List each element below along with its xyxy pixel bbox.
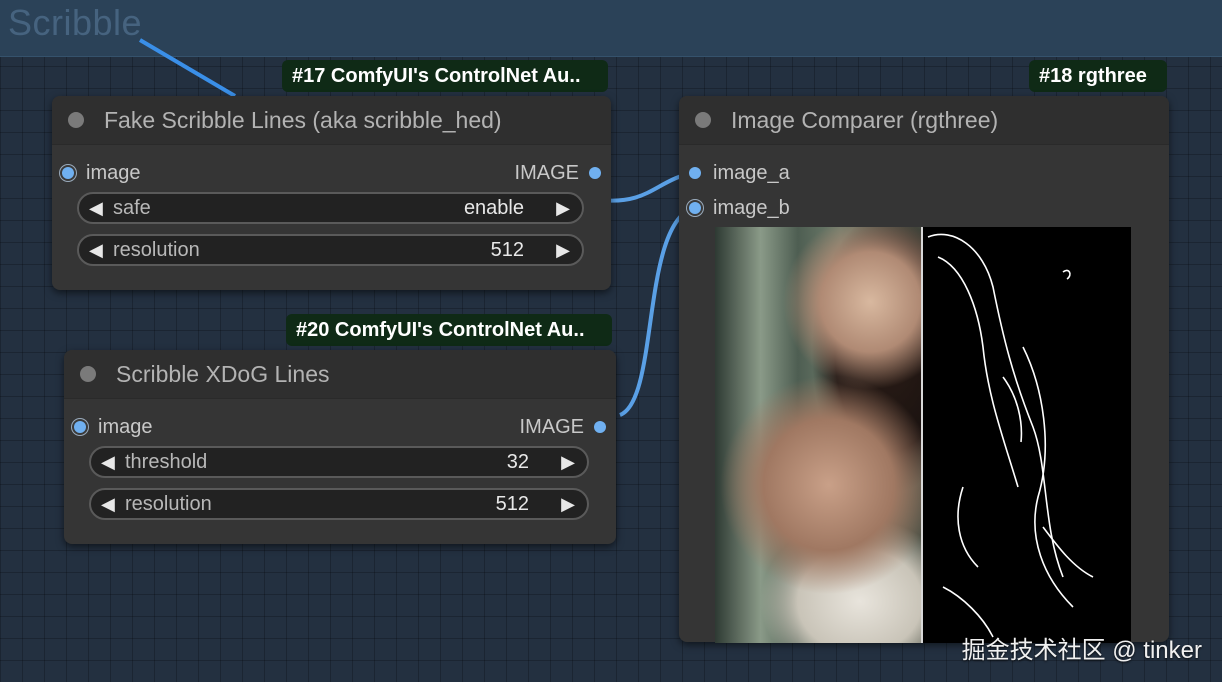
decrement-arrow-icon[interactable]: ◀ <box>89 240 103 260</box>
node-title: Image Comparer (rgthree) <box>731 107 999 133</box>
input-slot-dot-icon[interactable] <box>689 202 701 214</box>
input-slot-label: image_a <box>713 162 790 184</box>
increment-arrow-icon[interactable]: ▶ <box>556 198 570 218</box>
widget-value: 512 <box>490 239 524 261</box>
widget-label: resolution <box>125 493 212 515</box>
node-xdog[interactable]: Scribble XDoG Lines image IMAGE ◀ thresh… <box>64 350 616 544</box>
widget-threshold[interactable]: ◀ threshold 32 ▶ <box>89 446 589 478</box>
widget-resolution[interactable]: ◀ resolution 512 ▶ <box>77 234 584 266</box>
scribble-lines-image <box>927 233 1094 638</box>
decrement-arrow-icon[interactable]: ◀ <box>101 452 115 472</box>
collapse-dot-icon[interactable] <box>68 112 84 128</box>
collapse-dot-icon[interactable] <box>80 366 96 382</box>
decrement-arrow-icon[interactable]: ◀ <box>101 494 115 514</box>
node-title: Fake Scribble Lines (aka scribble_hed) <box>104 107 502 133</box>
widget-label: resolution <box>113 239 200 261</box>
node-badge-comparer: #18 rgthree <box>1029 60 1167 92</box>
output-slot-dot-icon[interactable] <box>589 167 601 179</box>
input-slot-label: image <box>86 162 141 184</box>
node-title: Scribble XDoG Lines <box>116 361 330 387</box>
node-header[interactable]: Fake Scribble Lines (aka scribble_hed) <box>52 96 611 145</box>
increment-arrow-icon[interactable]: ▶ <box>556 240 570 260</box>
image-comparer-preview[interactable] <box>715 227 1131 643</box>
comparison-image-b <box>923 227 1131 643</box>
input-slot-label: image <box>98 416 153 438</box>
group-band[interactable]: Scribble <box>0 0 1222 57</box>
collapse-dot-icon[interactable] <box>695 112 711 128</box>
input-slot-label: image_b <box>713 197 790 219</box>
comparison-image-a <box>715 227 922 643</box>
widget-value: 512 <box>495 493 529 515</box>
node-fake-scribble[interactable]: Fake Scribble Lines (aka scribble_hed) i… <box>52 96 611 290</box>
watermark: 掘金技术社区 @ tinker <box>961 637 1202 664</box>
output-slot-image[interactable]: IMAGE <box>481 160 601 186</box>
input-slot-dot-icon[interactable] <box>689 167 701 179</box>
output-slot-image[interactable]: IMAGE <box>486 414 606 440</box>
widget-resolution[interactable]: ◀ resolution 512 ▶ <box>89 488 589 520</box>
widget-value: 32 <box>506 451 529 473</box>
input-slot-dot-icon[interactable] <box>74 421 86 433</box>
node-header[interactable]: Image Comparer (rgthree) <box>679 96 1169 145</box>
increment-arrow-icon[interactable]: ▶ <box>561 494 575 514</box>
input-slot-dot-icon[interactable] <box>62 167 74 179</box>
increment-arrow-icon[interactable]: ▶ <box>561 452 575 472</box>
output-slot-dot-icon[interactable] <box>594 421 606 433</box>
node-header[interactable]: Scribble XDoG Lines <box>64 350 616 399</box>
decrement-arrow-icon[interactable]: ◀ <box>89 198 103 218</box>
widget-value: enable <box>463 197 524 219</box>
widget-safe[interactable]: ◀ safe enable ▶ <box>77 192 584 224</box>
output-slot-label: IMAGE <box>514 162 579 184</box>
node-badge-fake-scribble: #17 ComfyUI's ControlNet Au.. <box>282 60 608 92</box>
widget-label: safe <box>113 197 151 219</box>
node-badge-xdog: #20 ComfyUI's ControlNet Au.. <box>286 314 612 346</box>
output-slot-label: IMAGE <box>519 416 584 438</box>
widget-label: threshold <box>125 451 208 473</box>
group-title: Scribble <box>8 2 143 43</box>
